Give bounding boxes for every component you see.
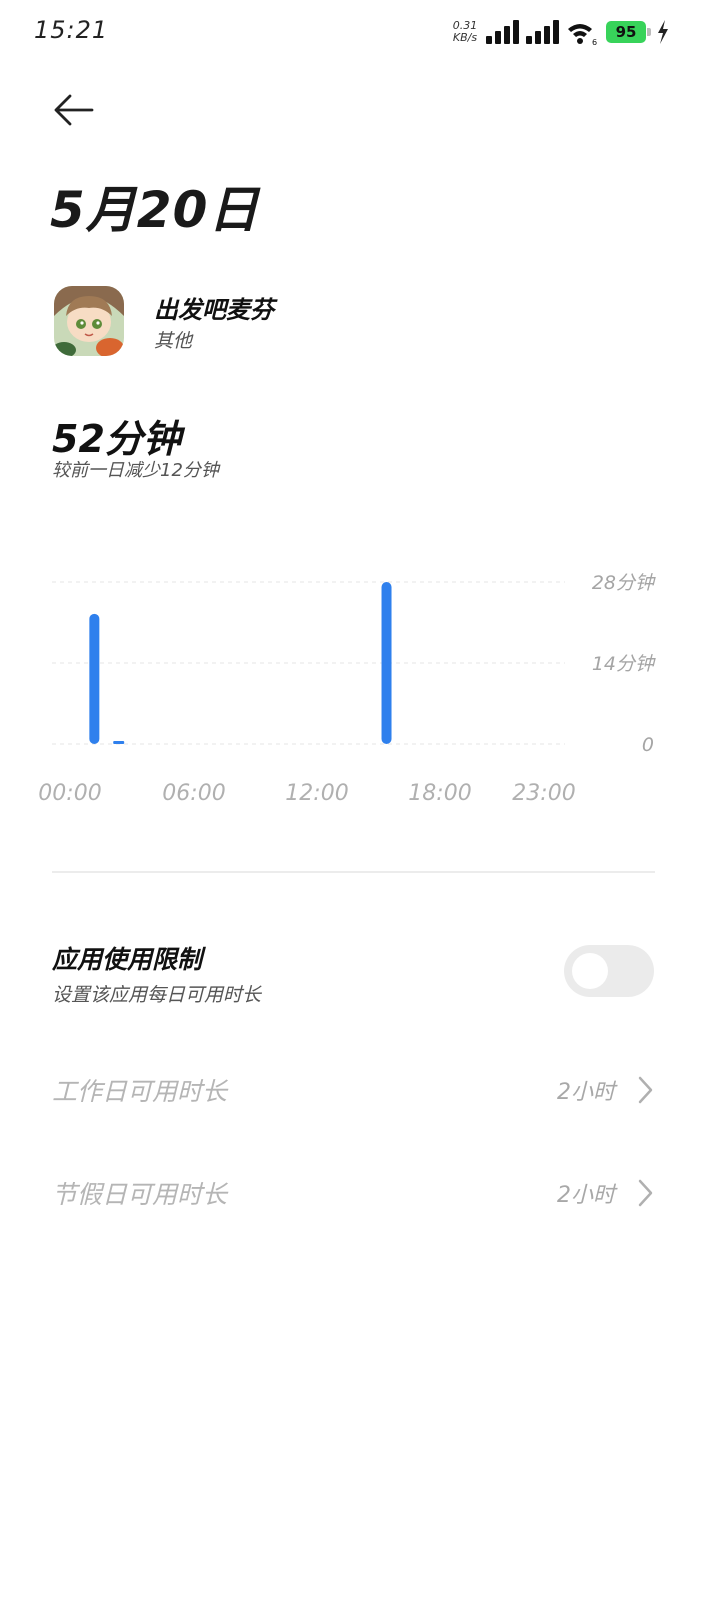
toggle-knob	[572, 953, 608, 989]
app-icon	[54, 286, 124, 356]
usage-total: 52分钟	[52, 417, 181, 461]
status-time: 15:21	[34, 16, 109, 44]
chevron-right-icon	[638, 1076, 653, 1104]
network-speed: 0.31 KB/s	[450, 20, 480, 44]
y-axis-tick-label: 28分钟	[592, 572, 656, 594]
cellular-signal-1-icon	[486, 20, 520, 44]
x-axis-tick-label: 00:00	[38, 781, 101, 806]
x-axis-tick-label: 12:00	[285, 781, 348, 806]
x-axis-tick-label: 06:00	[162, 781, 225, 806]
usage-bar-chart: 28分钟 14分钟 0 00:00 06:00 12:00 18:00 23:00	[38, 572, 656, 806]
y-axis-tick-label: 0	[642, 734, 654, 756]
weekday-limit-value: 2小时	[557, 1080, 615, 1105]
holiday-limit-row[interactable]: 节假日可用时长 2小时	[52, 1163, 655, 1223]
usage-limit-title: 应用使用限制	[52, 945, 203, 974]
svg-text:6: 6	[592, 38, 597, 46]
battery-tip	[647, 28, 651, 36]
divider	[52, 871, 655, 873]
usage-limit-subtitle: 设置该应用每日可用时长	[52, 984, 262, 1006]
app-category: 其他	[154, 330, 193, 352]
network-speed-unit: KB/s	[452, 31, 478, 44]
usage-limit-toggle[interactable]	[564, 945, 654, 997]
usage-comparison: 较前一日减少12分钟	[52, 460, 219, 481]
y-axis-tick-label: 14分钟	[592, 653, 656, 675]
battery-level: 95	[606, 21, 646, 43]
charging-bolt-icon	[658, 20, 668, 44]
wifi-icon: 6	[568, 24, 597, 46]
usage-bar	[113, 741, 125, 744]
app-name: 出发吧麦芬	[154, 296, 274, 324]
chevron-right-icon	[638, 1179, 653, 1207]
x-axis-tick-label: 23:00	[512, 781, 575, 806]
x-axis-tick-label: 18:00	[408, 781, 471, 806]
weekday-limit-row[interactable]: 工作日可用时长 2小时	[52, 1060, 655, 1120]
holiday-limit-label: 节假日可用时长	[52, 1180, 228, 1209]
usage-bar	[89, 613, 100, 744]
page-title: 5月20日	[50, 181, 260, 239]
holiday-limit-value: 2小时	[557, 1183, 615, 1208]
back-arrow-icon[interactable]	[50, 88, 98, 132]
cellular-signal-2-icon	[526, 20, 560, 44]
usage-bar	[381, 582, 392, 744]
weekday-limit-label: 工作日可用时长	[52, 1077, 228, 1106]
